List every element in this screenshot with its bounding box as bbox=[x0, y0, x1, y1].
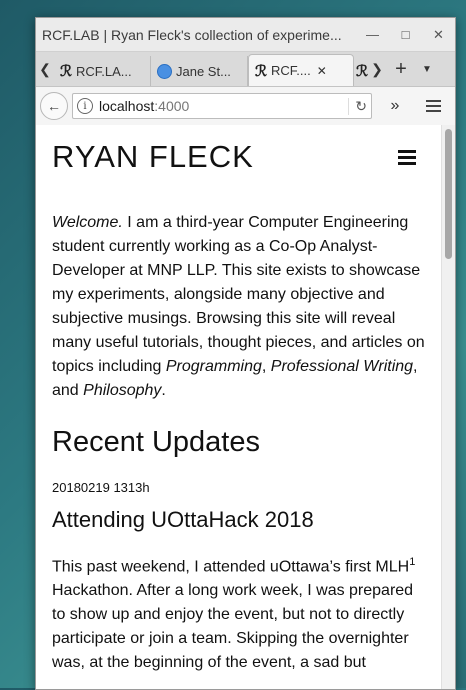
url-port: :4000 bbox=[154, 98, 190, 114]
site-title[interactable]: RYAN FLECK bbox=[52, 139, 254, 175]
tab-list-icon[interactable]: ▼ bbox=[416, 52, 438, 86]
intro-separator: , bbox=[261, 358, 271, 375]
back-arrow-icon[interactable]: ← bbox=[40, 92, 68, 120]
topic-philosophy: Philosophy bbox=[83, 382, 162, 399]
post-title[interactable]: Attending UOttaHack 2018 bbox=[52, 507, 426, 533]
intro-text: I am a third-year Computer Engineering s… bbox=[52, 214, 425, 375]
site-favicon-icon: ℛ bbox=[255, 61, 267, 80]
browser-window: RCF.LAB | Ryan Fleck's collection of exp… bbox=[35, 17, 456, 690]
close-icon[interactable]: ✕ bbox=[422, 18, 455, 51]
section-title: Recent Updates bbox=[52, 426, 260, 458]
post-body-text: This past weekend, I attended uOttawa’s … bbox=[52, 558, 410, 576]
tab-rcf-active[interactable]: ℛ RCF.... ✕ bbox=[248, 54, 354, 86]
site-favicon-icon: ℛ bbox=[356, 62, 368, 80]
tab-bar: ❮ ℛ RCF.LA... Jane St... ℛ RCF.... ✕ ℛ ❯… bbox=[36, 52, 455, 87]
site-menu-icon[interactable] bbox=[398, 149, 416, 165]
scrollbar[interactable] bbox=[441, 125, 455, 689]
url-bar[interactable]: i localhost:4000 ↻ bbox=[72, 93, 372, 119]
site-header: RYAN FLECK bbox=[52, 139, 426, 175]
tab-label: Jane St... bbox=[176, 63, 231, 79]
page-viewport: RYAN FLECK Welcome. I am a third-year Co… bbox=[36, 125, 442, 689]
maximize-icon[interactable]: □ bbox=[389, 18, 422, 51]
tab-rcf-lab[interactable]: ℛ RCF.LA... bbox=[54, 56, 151, 86]
browser-menu-icon[interactable] bbox=[420, 100, 446, 112]
new-tab-icon[interactable]: + bbox=[386, 52, 416, 86]
reload-icon[interactable]: ↻ bbox=[348, 97, 367, 115]
tab-label: RCF.LA... bbox=[75, 63, 132, 79]
title-bar: RCF.LAB | Ryan Fleck's collection of exp… bbox=[36, 18, 455, 52]
topic-programming: Programming bbox=[165, 358, 262, 375]
topic-professional-writing: Professional Writing bbox=[270, 358, 414, 375]
footnote-link[interactable]: 1 bbox=[409, 556, 415, 568]
post-date: 20180219 1313h bbox=[52, 480, 150, 495]
tab-scroll-right-icon[interactable]: ❯ bbox=[368, 52, 386, 86]
minimize-icon[interactable]: — bbox=[356, 18, 389, 51]
post-body-text: Hackathon. After a long work week, I was… bbox=[52, 582, 414, 672]
site-favicon-icon: ℛ bbox=[60, 62, 72, 80]
post-body: This past weekend, I attended uOttawa’s … bbox=[52, 550, 426, 675]
navigation-toolbar: ← i localhost:4000 ↻ » bbox=[36, 87, 455, 126]
tab-scroll-left-icon[interactable]: ❮ bbox=[36, 52, 54, 86]
intro-paragraph: Welcome. I am a third-year Computer Engi… bbox=[52, 211, 426, 403]
tab-label: RCF.... bbox=[270, 63, 311, 78]
window-title: RCF.LAB | Ryan Fleck's collection of exp… bbox=[42, 26, 342, 43]
globe-icon bbox=[157, 63, 172, 79]
tab-jane-street[interactable]: Jane St... bbox=[151, 56, 248, 86]
intro-end: . bbox=[161, 382, 166, 399]
scrollbar-thumb[interactable] bbox=[445, 129, 452, 259]
tab-rcf-partial[interactable]: ℛ bbox=[354, 56, 368, 86]
intro-welcome: Welcome. bbox=[52, 214, 123, 231]
url-host: localhost bbox=[99, 98, 155, 114]
tab-close-icon[interactable]: ✕ bbox=[317, 64, 327, 78]
info-icon[interactable]: i bbox=[77, 98, 93, 114]
overflow-chevron-icon[interactable]: » bbox=[382, 97, 408, 115]
